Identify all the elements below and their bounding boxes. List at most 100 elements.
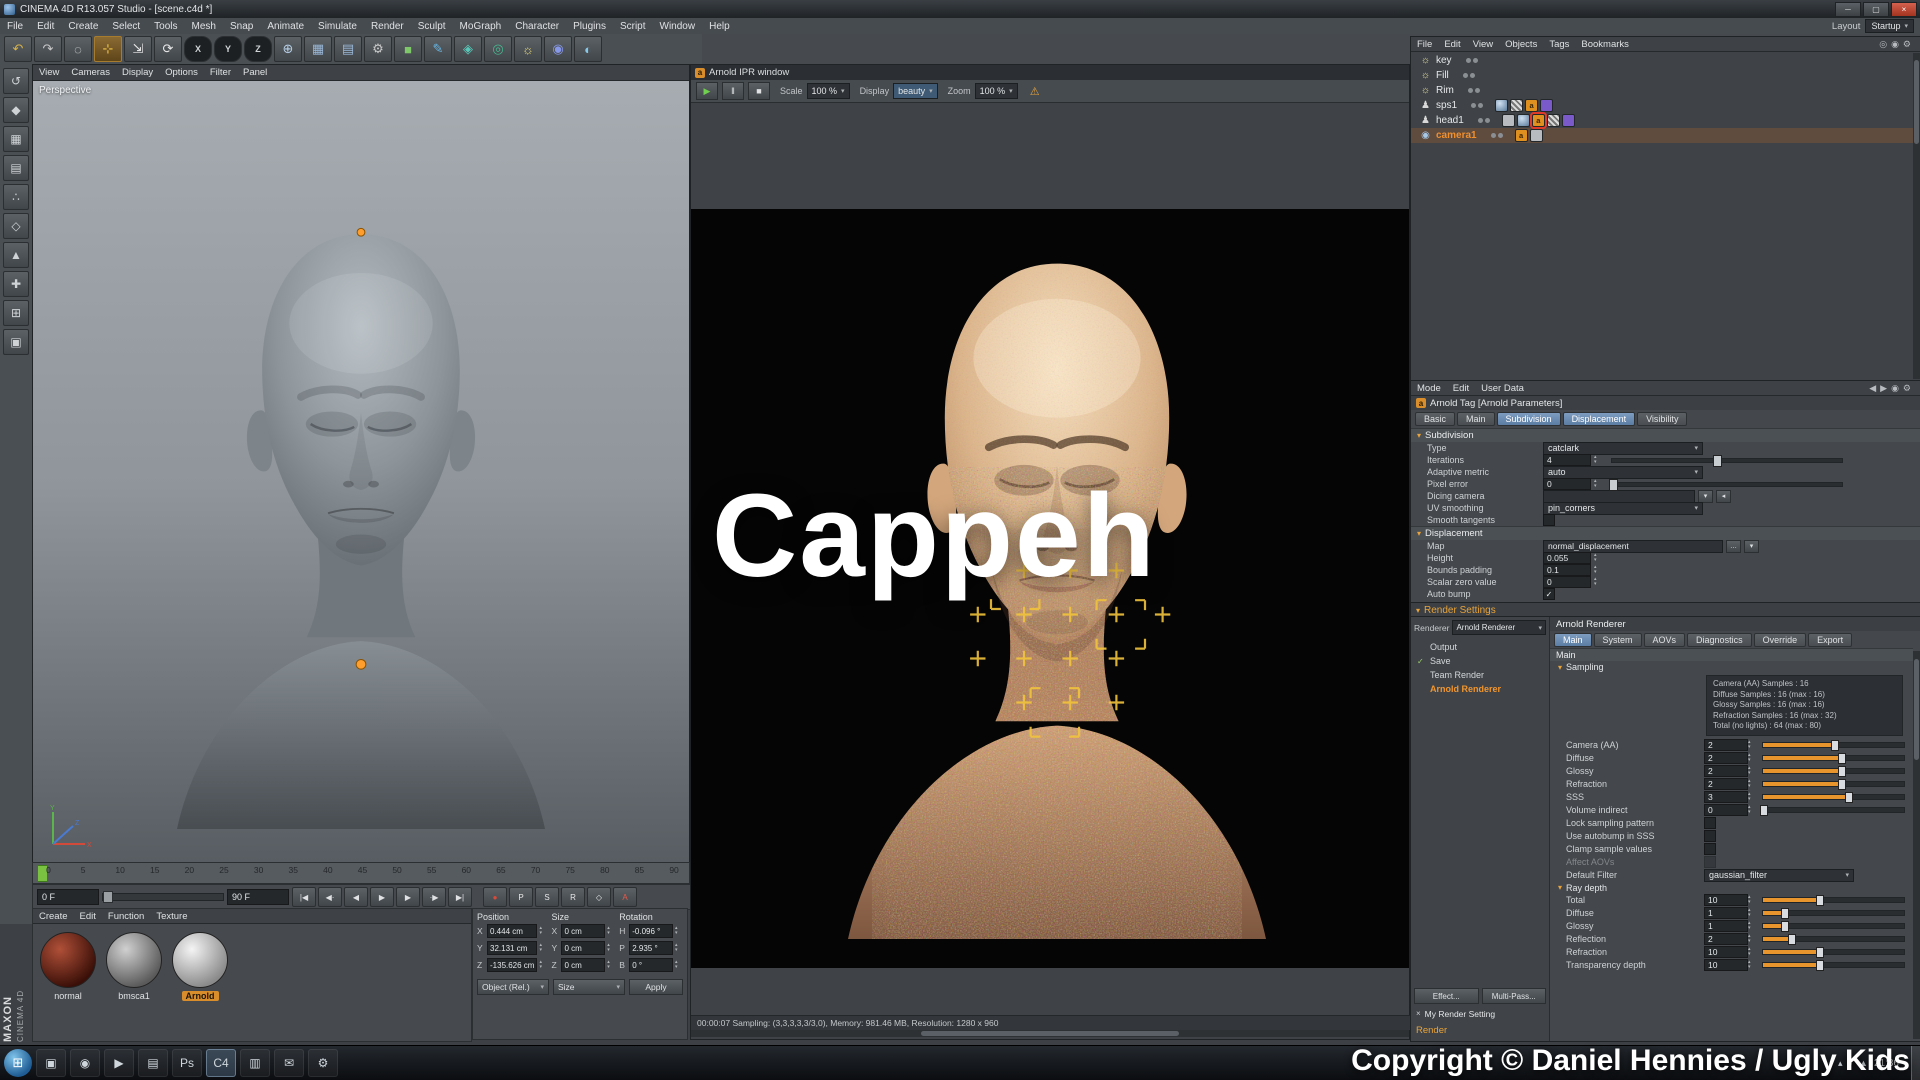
object-menu-edit[interactable]: Edit: [1438, 37, 1466, 51]
slider-knob[interactable]: [1760, 805, 1768, 816]
material-item[interactable]: bmsca1: [105, 932, 163, 1001]
history-forward-icon[interactable]: ▶: [1880, 383, 1887, 394]
param-value[interactable]: 1: [1704, 907, 1748, 919]
value-stepper[interactable]: ▴▾: [607, 960, 615, 970]
object-row-sps1[interactable]: ♟sps1a: [1411, 98, 1920, 113]
stepper-down-icon[interactable]: ▾: [1748, 926, 1756, 931]
next-key-button[interactable]: ·▶: [422, 887, 446, 907]
material-item[interactable]: normal: [39, 932, 97, 1001]
stepper-down-icon[interactable]: ▾: [607, 948, 615, 953]
menu-animate[interactable]: Animate: [260, 18, 311, 34]
param-value[interactable]: 3: [1704, 791, 1748, 803]
value-stepper[interactable]: ▴▾: [675, 943, 683, 953]
render-settings-scrollbar[interactable]: [1913, 651, 1920, 1039]
uv-tag-icon[interactable]: [1562, 114, 1575, 127]
default-filter-select[interactable]: gaussian_filter ▾: [1704, 869, 1854, 882]
param-value[interactable]: 2: [1704, 752, 1748, 764]
stepper-down-icon[interactable]: ▾: [1748, 797, 1756, 802]
taskbar-media-icon[interactable]: ▶: [104, 1049, 134, 1077]
gear-icon[interactable]: ⚙: [1903, 39, 1911, 50]
stepper-down-icon[interactable]: ▾: [1594, 460, 1602, 465]
add-spline-icon[interactable]: ✎: [424, 36, 452, 62]
locked-workplane-icon[interactable]: ▣: [3, 329, 29, 355]
stepper-down-icon[interactable]: ▾: [1748, 913, 1756, 918]
record-parameter-button[interactable]: ◇: [587, 887, 611, 907]
renderer-tab-aovs[interactable]: AOVs: [1644, 633, 1686, 647]
renderer-tab-override[interactable]: Override: [1754, 633, 1807, 647]
x-axis-lock-button[interactable]: X: [184, 36, 212, 62]
slider-knob[interactable]: [1713, 455, 1722, 467]
object-row-fill[interactable]: ☼Fill: [1411, 68, 1920, 83]
value-stepper[interactable]: ▴▾: [1748, 753, 1756, 763]
stepper-down-icon[interactable]: ▾: [1748, 952, 1756, 957]
renderer-tab-export[interactable]: Export: [1808, 633, 1852, 647]
arnold-selected-tag-icon[interactable]: a: [1532, 114, 1545, 127]
slider-knob[interactable]: [1781, 921, 1789, 932]
value-stepper[interactable]: ▴▾: [1748, 960, 1756, 970]
stepper-down-icon[interactable]: ▾: [1748, 810, 1756, 815]
visibility-dot-editor[interactable]: [1491, 133, 1496, 138]
param-slider[interactable]: [1762, 755, 1905, 761]
record-position-button[interactable]: P: [509, 887, 533, 907]
texture-tag-icon[interactable]: [1547, 114, 1560, 127]
menu-character[interactable]: Character: [508, 18, 566, 34]
apply-button[interactable]: Apply: [629, 979, 683, 995]
object-manager-scrollbar[interactable]: [1913, 53, 1920, 379]
add-cube-icon[interactable]: ■: [394, 36, 422, 62]
menu-simulate[interactable]: Simulate: [311, 18, 364, 34]
param-slider[interactable]: [1762, 794, 1905, 800]
slider-knob[interactable]: [1816, 960, 1824, 971]
end-frame-field[interactable]: 90 F: [227, 889, 289, 905]
scrollbar-thumb[interactable]: [1914, 60, 1919, 145]
object-mode-select[interactable]: Object (Rel.) ▾: [477, 979, 549, 995]
stepper-down-icon[interactable]: ▾: [1748, 784, 1756, 789]
render-view-icon[interactable]: ▦: [304, 36, 332, 62]
slider-iterations[interactable]: [1611, 458, 1843, 463]
viewport-menu-view[interactable]: View: [33, 65, 65, 80]
coordinate-input-position-x[interactable]: 0.444 cm: [487, 924, 537, 938]
visibility-dot-render[interactable]: [1470, 73, 1475, 78]
slider-knob[interactable]: [1845, 792, 1853, 803]
undo-icon[interactable]: ↶: [4, 36, 32, 62]
scrollbar-thumb[interactable]: [921, 1031, 1179, 1036]
visibility-dot-editor[interactable]: [1466, 58, 1471, 63]
render-settings-item-arnold-renderer[interactable]: Arnold Renderer: [1411, 682, 1549, 696]
lock-icon[interactable]: ◉: [1891, 39, 1899, 50]
prev-frame-button[interactable]: ◀: [344, 887, 368, 907]
value-stepper[interactable]: ▴▾: [1594, 455, 1602, 465]
taskbar-mail-icon[interactable]: ✉: [274, 1049, 304, 1077]
param-value[interactable]: 10: [1704, 946, 1748, 958]
menu-mesh[interactable]: Mesh: [185, 18, 223, 34]
display-select[interactable]: beauty ▾: [893, 83, 938, 99]
render-settings-item-team-render[interactable]: Team Render: [1411, 668, 1549, 682]
record-keyframe-button[interactable]: ●: [483, 887, 507, 907]
value-stepper[interactable]: ▴▾: [1594, 577, 1602, 587]
value-stepper[interactable]: ▴▾: [1748, 895, 1756, 905]
stepper-down-icon[interactable]: ▾: [675, 931, 683, 936]
material-menu-edit[interactable]: Edit: [74, 909, 102, 923]
checkbox-affect-aovs[interactable]: [1704, 856, 1716, 868]
material-item[interactable]: Arnold: [171, 932, 229, 1001]
rotate-tool-icon[interactable]: ⟳: [154, 36, 182, 62]
slider-knob[interactable]: [1816, 947, 1824, 958]
dropdown-adaptive-metric[interactable]: auto▾: [1543, 466, 1703, 479]
coordinate-input-rotation-p[interactable]: 2.935 °: [629, 941, 673, 955]
value-stepper[interactable]: ▴▾: [539, 926, 547, 936]
param-value[interactable]: 2: [1704, 765, 1748, 777]
coordinate-input-size-y[interactable]: 0 cm: [561, 941, 605, 955]
object-row-key[interactable]: ☼key: [1411, 53, 1920, 68]
gray-head-model[interactable]: [161, 209, 561, 829]
param-slider[interactable]: [1762, 742, 1905, 748]
value-stepper[interactable]: ▴▾: [675, 960, 683, 970]
stepper-down-icon[interactable]: ▾: [539, 948, 547, 953]
param-slider[interactable]: [1762, 949, 1905, 955]
add-modifier-icon[interactable]: ◎: [484, 36, 512, 62]
renderer-tab-main[interactable]: Main: [1554, 633, 1592, 647]
value-stepper[interactable]: ▴▾: [1594, 479, 1602, 489]
menu-create[interactable]: Create: [61, 18, 105, 34]
stepper-down-icon[interactable]: ▾: [1748, 939, 1756, 944]
stepper-down-icon[interactable]: ▾: [675, 948, 683, 953]
number-input-pixel-error[interactable]: 0: [1543, 478, 1591, 490]
slider-knob[interactable]: [1838, 779, 1846, 790]
value-stepper[interactable]: ▴▾: [539, 960, 547, 970]
